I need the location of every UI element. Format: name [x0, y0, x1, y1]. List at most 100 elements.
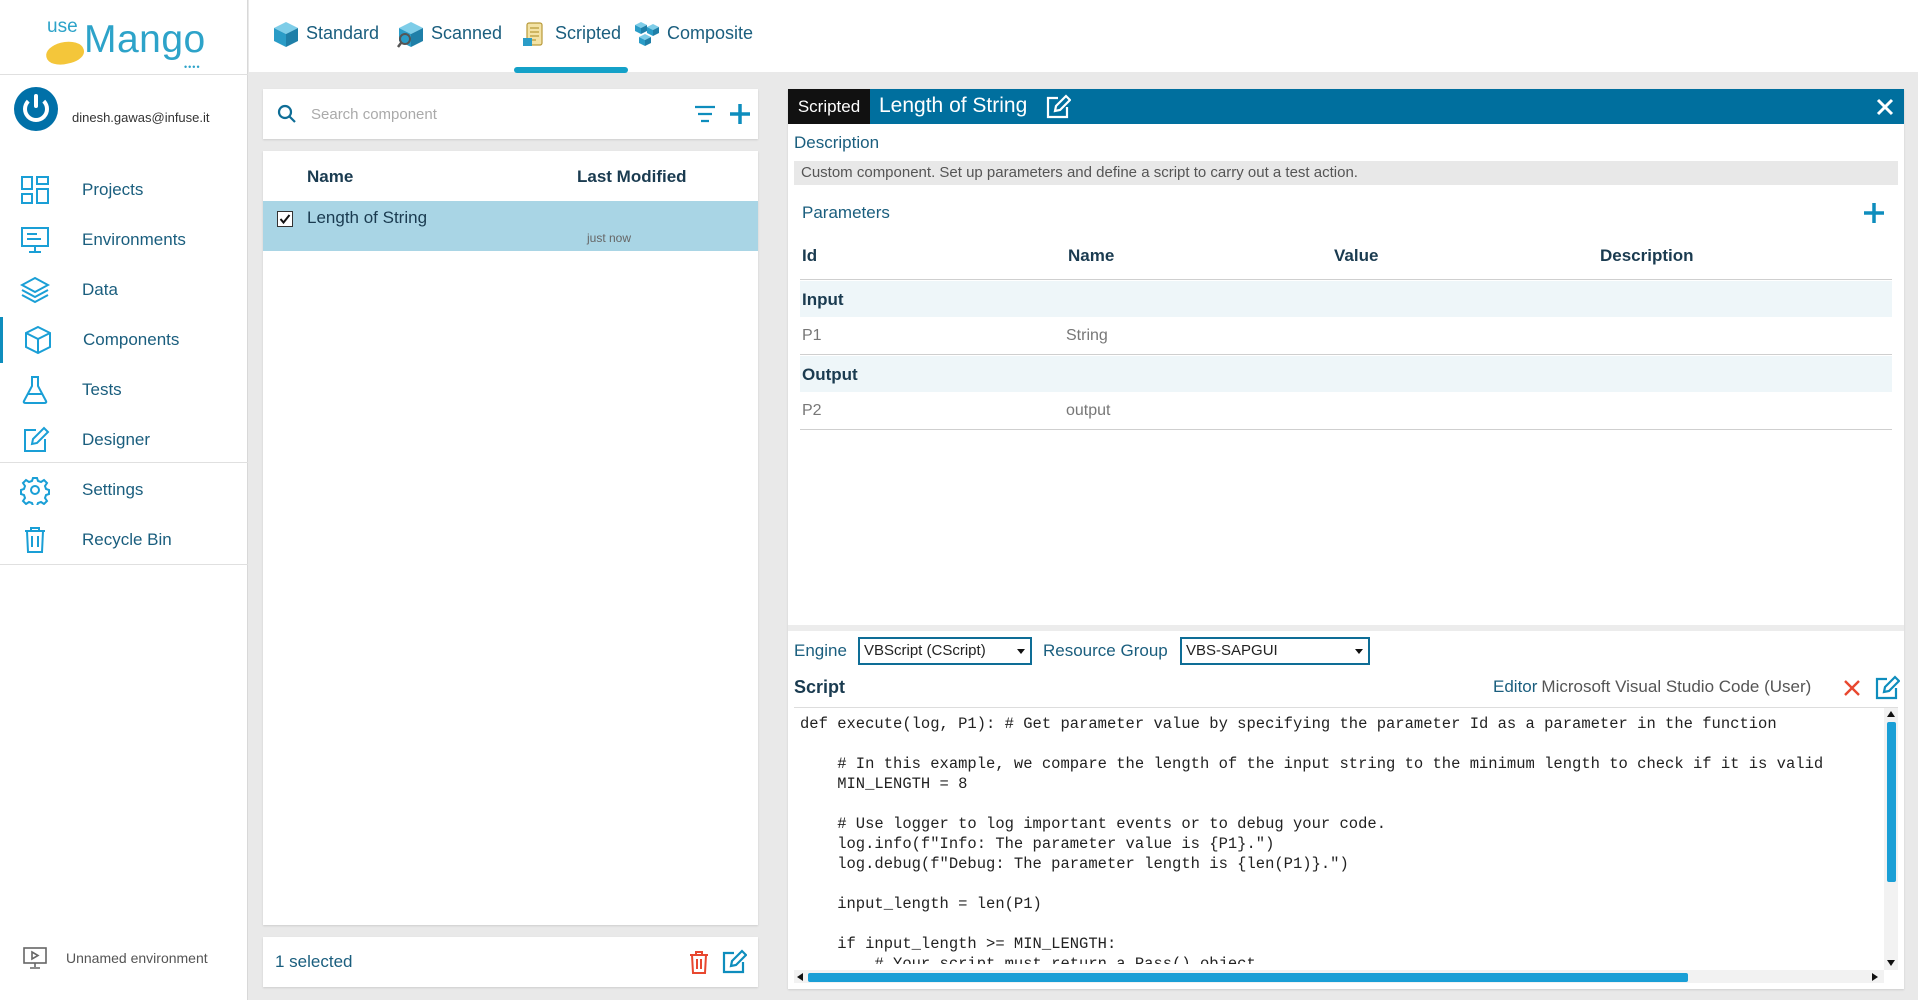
engine-select[interactable]: VBScript (CScript)	[858, 637, 1032, 665]
component-title: Length of String	[879, 94, 1028, 117]
divider	[788, 625, 1904, 631]
monitor-icon	[22, 945, 48, 971]
user-email: dinesh.gawas@infuse.it	[72, 110, 210, 125]
resource-group-select[interactable]: VBS-SAPGUI	[1180, 637, 1370, 665]
scanned-cube-icon	[397, 20, 425, 48]
designer-icon	[20, 425, 50, 455]
param-group-output: Output	[800, 356, 1892, 392]
selection-count: 1 selected	[275, 952, 353, 971]
projects-icon	[20, 175, 50, 205]
composite-cubes-icon	[633, 20, 661, 48]
sidebar-item-data[interactable]: Data	[0, 267, 248, 313]
logo-dots: ••••	[184, 62, 201, 72]
list-header: Name Last Modified	[263, 151, 758, 199]
param-column-value: Value	[1334, 246, 1379, 265]
param-name: output	[1066, 402, 1111, 419]
environment-name: Unnamed environment	[66, 950, 208, 966]
param-group-input: Input	[800, 281, 1892, 317]
sidebar-item-label: Components	[83, 330, 180, 349]
search-input[interactable]	[311, 101, 671, 127]
scroll-left-icon[interactable]	[797, 973, 803, 981]
editor-value: Microsoft Visual Studio Code (User)	[1541, 677, 1812, 696]
tab-label: Composite	[667, 23, 754, 43]
resource-group-label: Resource Group	[1043, 641, 1168, 660]
scroll-up-icon[interactable]	[1887, 711, 1895, 717]
tab-label: Standard	[306, 23, 380, 43]
sidebar-item-environments[interactable]: Environments	[0, 217, 248, 263]
list-footer: 1 selected	[263, 937, 758, 987]
horizontal-scrollbar[interactable]	[794, 970, 1884, 983]
sidebar-item-recycle-bin[interactable]: Recycle Bin	[0, 517, 248, 563]
script-scroll-icon	[521, 20, 549, 48]
editor-info: Editor Microsoft Visual Studio Code (User…	[1493, 677, 1811, 697]
column-header-last-modified[interactable]: Last Modified	[577, 167, 687, 187]
sidebar-item-label: Recycle Bin	[82, 530, 172, 549]
scrollbar-thumb[interactable]	[1887, 722, 1896, 882]
component-name: Length of String	[307, 208, 428, 227]
vertical-scrollbar[interactable]	[1884, 708, 1898, 970]
sidebar-item-projects[interactable]: Projects	[0, 167, 248, 213]
script-code[interactable]: def execute(log, P1): # Get parameter va…	[800, 714, 1880, 964]
table-row[interactable]: P2 output	[800, 392, 1892, 430]
add-parameter-icon[interactable]	[1862, 201, 1886, 225]
sidebar-item-tests[interactable]: Tests	[0, 367, 248, 413]
sidebar-item-label: Designer	[82, 430, 151, 449]
open-in-editor-icon[interactable]	[1874, 675, 1901, 701]
edit-icon[interactable]	[721, 949, 748, 975]
clear-editor-icon[interactable]	[1842, 678, 1862, 698]
tab-label: Scripted	[555, 23, 622, 43]
editor-label: Editor	[1493, 677, 1538, 696]
active-tab-indicator	[514, 67, 628, 73]
component-list: Name Last Modified Length of String just…	[263, 151, 758, 925]
search-icon	[277, 104, 297, 124]
scrollbar-thumb[interactable]	[808, 973, 1688, 982]
sidebar-item-label: Settings	[82, 480, 144, 499]
trash-icon[interactable]	[687, 949, 711, 975]
list-item[interactable]: Length of String just now	[263, 201, 758, 251]
script-label: Script	[794, 677, 846, 697]
chevron-down-icon	[1017, 649, 1025, 654]
settings-icon	[20, 475, 50, 507]
script-editor[interactable]: def execute(log, P1): # Get parameter va…	[794, 707, 1898, 983]
recycle-bin-icon	[20, 525, 50, 555]
tab-label: Scanned	[431, 23, 503, 43]
search-bar	[263, 89, 758, 139]
sidebar-item-settings[interactable]: Settings	[0, 467, 248, 513]
sidebar: use Mango •••• dinesh.gawas@infuse.it Pr…	[0, 0, 248, 1000]
add-component-icon[interactable]	[727, 101, 753, 127]
sidebar-item-label: Tests	[82, 380, 122, 399]
scroll-down-icon[interactable]	[1887, 960, 1895, 966]
logo-name: Mango	[84, 18, 206, 61]
edit-title-icon[interactable]	[1045, 94, 1072, 120]
param-id: P1	[802, 327, 822, 344]
column-header-name[interactable]: Name	[307, 167, 353, 187]
description-field[interactable]: Custom component. Set up parameters and …	[794, 161, 1898, 185]
resource-group-value: VBS-SAPGUI	[1186, 642, 1278, 659]
user-avatar[interactable]	[14, 87, 58, 131]
sidebar-item-designer[interactable]: Designer	[0, 417, 248, 463]
divider	[0, 564, 248, 565]
filter-list-icon[interactable]	[693, 103, 717, 125]
logo-prefix: use	[47, 16, 78, 37]
close-icon[interactable]	[1875, 97, 1895, 117]
sidebar-item-components[interactable]: Components	[0, 317, 248, 363]
parameters-label: Parameters	[802, 203, 890, 222]
sidebar-item-label: Data	[82, 280, 118, 299]
param-column-description: Description	[1600, 246, 1694, 265]
chevron-down-icon	[1355, 649, 1363, 654]
scroll-right-icon[interactable]	[1872, 973, 1878, 981]
param-group-label: Output	[802, 365, 858, 384]
table-row[interactable]: P1 String	[800, 317, 1892, 355]
data-icon	[19, 275, 51, 305]
divider	[800, 279, 1892, 280]
tests-icon	[20, 375, 50, 405]
sidebar-item-label: Projects	[82, 180, 144, 199]
app-logo[interactable]: use Mango ••••	[43, 12, 214, 72]
component-type-badge: Scripted	[788, 89, 870, 124]
engine-label: Engine	[794, 641, 847, 660]
row-checkbox[interactable]	[277, 211, 293, 227]
divider	[0, 74, 248, 75]
param-column-name: Name	[1068, 246, 1115, 265]
detail-header: Scripted Length of String	[788, 89, 1904, 124]
description-label: Description	[794, 133, 880, 152]
